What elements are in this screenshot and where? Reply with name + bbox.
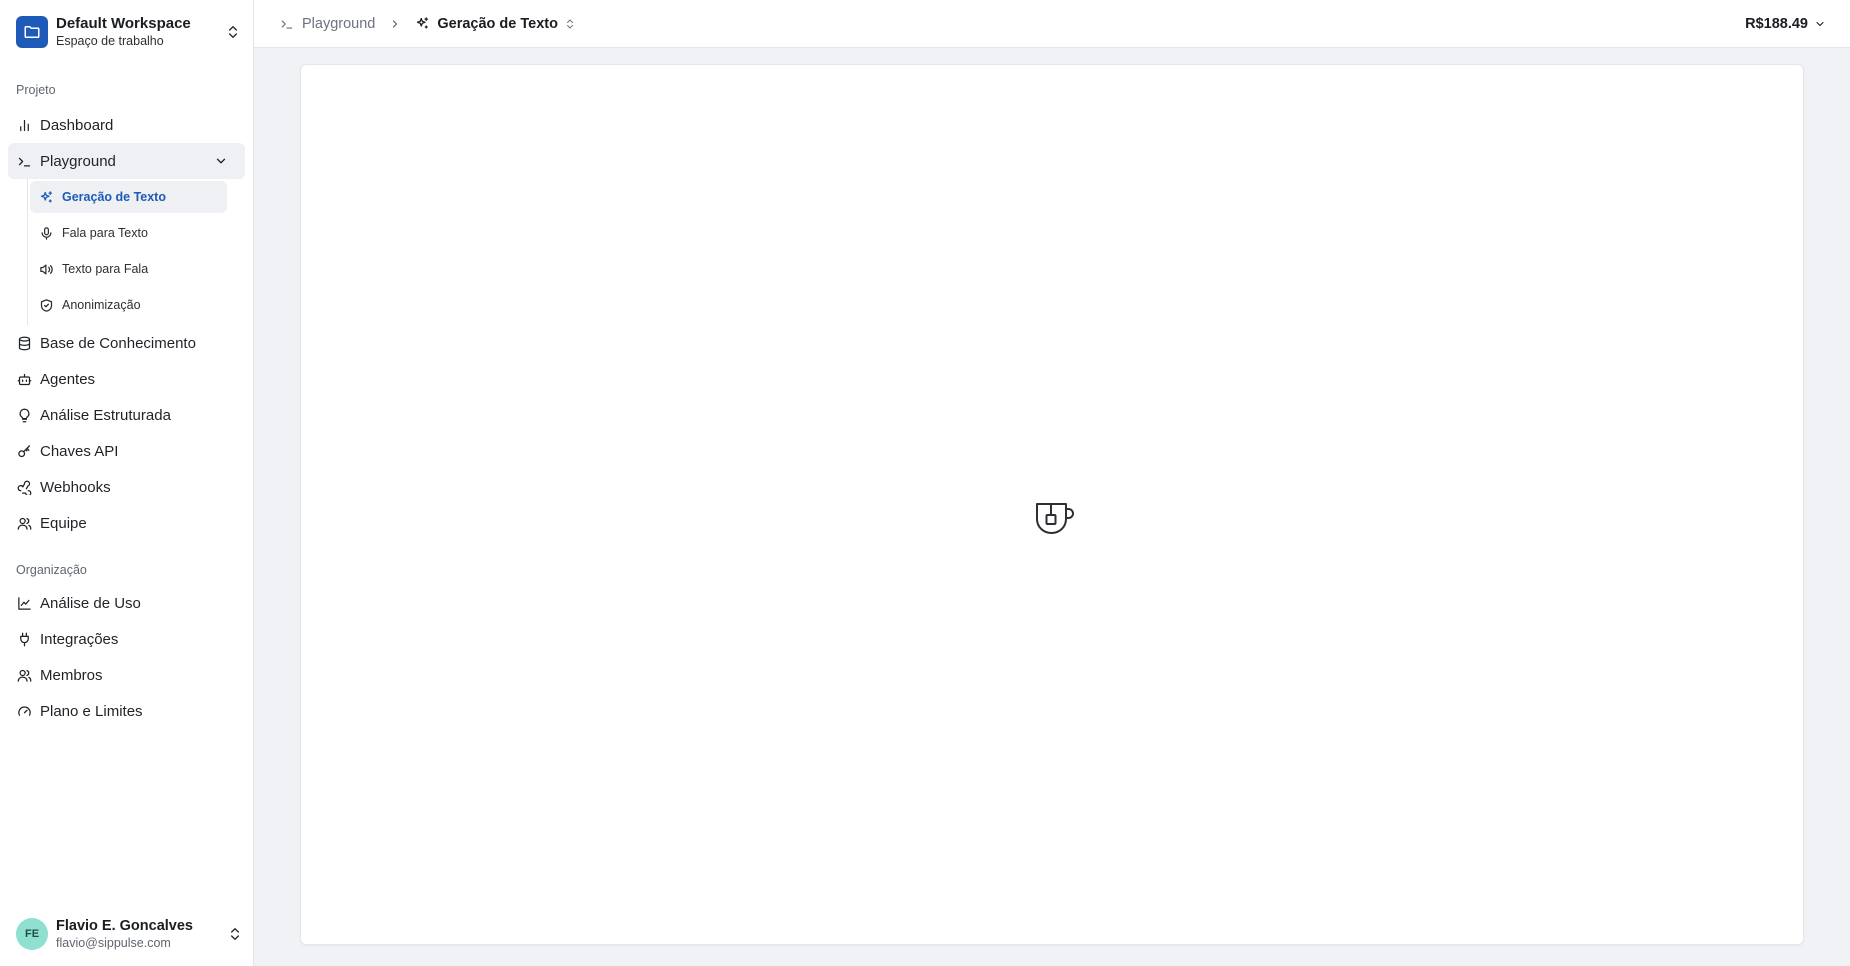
breadcrumb-current-label: Geração de Texto <box>437 15 558 32</box>
bar-chart-icon <box>16 117 32 133</box>
project-nav: Dashboard Playground <box>0 107 253 179</box>
lightbulb-icon <box>16 407 32 423</box>
sidebar-item-label: Membros <box>40 666 103 684</box>
breadcrumb-current-switcher[interactable]: Geração de Texto <box>415 16 576 32</box>
user-info: Flavio E. Goncalves flavio@sippulse.com <box>56 918 227 950</box>
sidebar-item-label: Base de Conhecimento <box>40 334 196 352</box>
user-name: Flavio E. Goncalves <box>56 918 193 934</box>
subnav-item-texto-fala[interactable]: Texto para Fala <box>30 253 227 285</box>
sidebar-item-dashboard[interactable]: Dashboard <box>8 107 245 143</box>
sidebar-item-label: Equipe <box>40 514 87 532</box>
sidebar: Default Workspace Espaço de trabalho Pro… <box>0 0 254 966</box>
subnav-item-geracao-texto[interactable]: Geração de Texto <box>30 181 227 213</box>
sparkles-icon <box>38 189 54 205</box>
key-icon <box>16 443 32 459</box>
users-icon <box>16 515 32 531</box>
sidebar-item-analise-uso[interactable]: Análise de Uso <box>8 585 245 621</box>
sidebar-item-membros[interactable]: Membros <box>8 657 245 693</box>
terminal-icon <box>16 153 32 169</box>
sidebar-item-chaves-api[interactable]: Chaves API <box>8 433 245 469</box>
speaker-icon <box>38 261 54 277</box>
bot-icon <box>16 371 32 387</box>
sidebar-item-label: Webhooks <box>40 478 111 496</box>
terminal-icon <box>280 16 296 32</box>
workspace-subtitle: Espaço de trabalho <box>56 34 164 48</box>
sidebar-item-webhooks[interactable]: Webhooks <box>8 469 245 505</box>
teacup-icon <box>1035 499 1075 539</box>
user-menu[interactable]: FE Flavio E. Goncalves flavio@sippulse.c… <box>0 902 255 966</box>
folder-icon <box>16 15 48 48</box>
sidebar-item-label: Agentes <box>40 370 96 388</box>
playground-panel <box>300 64 1804 945</box>
sidebar-item-equipe[interactable]: Equipe <box>8 505 245 541</box>
sparkles-icon <box>415 16 431 32</box>
breadcrumb-parent-label: Playground <box>302 15 376 32</box>
chevron-right-icon <box>389 18 401 30</box>
user-email: flavio@sippulse.com <box>56 936 171 950</box>
chevron-down-icon <box>1814 18 1826 30</box>
content-area <box>254 48 1850 966</box>
gauge-icon <box>16 703 32 719</box>
sidebar-item-plano-limites[interactable]: Plano e Limites <box>8 693 245 729</box>
sidebar-item-base-conhecimento[interactable]: Base de Conhecimento <box>8 325 245 361</box>
sidebar-item-label: Integrações <box>40 630 119 648</box>
topbar: Playground Geração de Texto R$188.49 <box>254 0 1850 48</box>
sidebar-item-label: Dashboard <box>40 116 114 134</box>
breadcrumb-playground[interactable]: Playground <box>280 16 375 32</box>
subnav-item-label: Geração de Texto <box>62 190 166 204</box>
mic-icon <box>38 225 54 241</box>
webhook-icon <box>16 479 32 495</box>
sidebar-item-label: Chaves API <box>40 442 119 460</box>
app-root: Default Workspace Espaço de trabalho Pro… <box>0 0 1850 966</box>
subnav-item-label: Fala para Texto <box>62 226 148 240</box>
section-label-projeto: Projeto <box>16 83 56 97</box>
shield-check-icon <box>38 297 54 313</box>
sidebar-item-integracoes[interactable]: Integrações <box>8 621 245 657</box>
sidebar-item-label: Playground <box>40 152 116 170</box>
sidebar-item-label: Análise de Uso <box>40 594 141 612</box>
sidebar-item-agentes[interactable]: Agentes <box>8 361 245 397</box>
sidebar-item-label: Análise Estruturada <box>40 406 171 424</box>
chevron-down-icon <box>213 153 229 169</box>
balance-dropdown[interactable]: R$188.49 <box>1745 16 1826 32</box>
playground-subnav: Geração de Texto Fala para Texto Texto p… <box>27 179 227 325</box>
workspace-text: Default Workspace Espaço de trabalho <box>56 15 225 48</box>
plug-icon <box>16 631 32 647</box>
members-icon <box>16 667 32 683</box>
balance-value: R$188.49 <box>1745 15 1808 32</box>
subnav-item-label: Anonimização <box>62 298 141 312</box>
sidebar-item-playground[interactable]: Playground <box>8 143 245 179</box>
sidebar-item-analise-estruturada[interactable]: Análise Estruturada <box>8 397 245 433</box>
workspace-name: Default Workspace <box>56 15 191 32</box>
chevrons-up-down-icon <box>564 17 576 31</box>
project-nav-continued: Base de Conhecimento Agentes Análise Est… <box>0 325 253 541</box>
chevrons-up-down-icon <box>227 926 243 942</box>
sidebar-item-label: Plano e Limites <box>40 702 143 720</box>
chevrons-up-down-icon <box>225 24 241 40</box>
subnav-item-anonimizacao[interactable]: Anonimização <box>30 289 227 321</box>
workspace-switcher[interactable]: Default Workspace Espaço de trabalho <box>0 0 253 63</box>
line-chart-icon <box>16 595 32 611</box>
subnav-item-label: Texto para Fala <box>62 262 149 276</box>
database-icon <box>16 335 32 351</box>
section-label-organizacao: Organização <box>16 563 87 577</box>
avatar: FE <box>16 918 48 950</box>
main-area: Playground Geração de Texto R$188.49 <box>254 0 1850 966</box>
subnav-item-fala-texto[interactable]: Fala para Texto <box>30 217 227 249</box>
org-nav: Análise de Uso Integrações Membros Plano… <box>0 585 253 729</box>
